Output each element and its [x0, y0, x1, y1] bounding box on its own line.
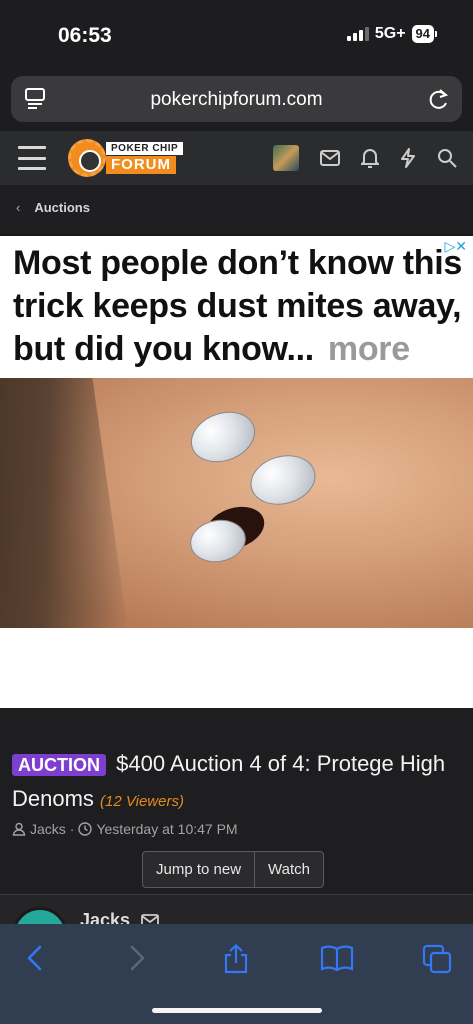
user-avatar[interactable] [273, 145, 299, 171]
ad-headline[interactable]: Most people don’t know this trick keeps … [13, 242, 463, 371]
dust-mite-image [244, 448, 322, 512]
thread-author[interactable]: Jacks [30, 821, 66, 837]
dust-mite-image [183, 403, 263, 471]
site-logo[interactable]: POKER CHIP FORUM [68, 139, 188, 177]
post-author-name[interactable]: Jacks [80, 910, 130, 924]
thread-timestamp[interactable]: Yesterday at 10:47 PM [96, 821, 237, 837]
network-type: 5G+ [374, 25, 406, 42]
breadcrumb-auctions[interactable]: Auctions [34, 200, 90, 215]
reload-icon[interactable] [428, 87, 450, 111]
message-icon[interactable] [141, 914, 159, 924]
ad-choices-icon[interactable]: ▷✕ [445, 238, 468, 255]
post-author-avatar[interactable] [12, 907, 68, 924]
home-indicator[interactable] [152, 1008, 322, 1013]
battery-tip [435, 31, 437, 37]
ad-more-link[interactable]: more [328, 330, 410, 368]
bell-icon[interactable] [361, 148, 379, 168]
inbox-icon[interactable] [320, 150, 340, 166]
tabs-icon[interactable] [422, 944, 452, 974]
jump-to-new-button[interactable]: Jump to new [143, 852, 254, 887]
thread-meta: Jacks · Yesterday at 10:47 PM [12, 821, 238, 837]
search-icon[interactable] [437, 148, 457, 168]
status-indicators: 5G+ 94 [346, 25, 437, 43]
signal-icon [346, 27, 369, 41]
status-time: 06:53 [58, 24, 112, 47]
site-header: POKER CHIP FORUM [0, 131, 473, 185]
lightning-icon[interactable] [400, 148, 416, 168]
browser-address-area: pokerchipforum.com [0, 70, 473, 130]
auction-prefix-badge[interactable]: AUCTION [12, 754, 106, 776]
chevron-left-icon: ‹ [16, 200, 21, 215]
logo-text-bottom: FORUM [106, 156, 176, 174]
user-icon [12, 822, 26, 836]
forward-icon[interactable] [126, 944, 148, 972]
breadcrumb[interactable]: ‹ Auctions [16, 200, 90, 215]
header-actions [273, 145, 457, 171]
back-icon[interactable] [24, 944, 46, 972]
thread-title: AUCTION $400 Auction 4 of 4: Protege Hig… [12, 747, 462, 818]
menu-icon[interactable] [18, 146, 46, 170]
ad-image[interactable] [0, 378, 473, 628]
watch-button[interactable]: Watch [254, 852, 323, 887]
thread-actions: Jump to new Watch [142, 851, 324, 888]
address-bar[interactable]: pokerchipforum.com [11, 76, 462, 122]
ad-image-hair [0, 378, 131, 628]
poker-chip-icon [68, 139, 106, 177]
share-icon[interactable] [222, 944, 250, 974]
advertisement[interactable]: Most people don’t know this trick keeps … [0, 236, 473, 708]
status-bar: 06:53 5G+ 94 [0, 0, 473, 70]
logo-text-top: POKER CHIP [106, 142, 184, 155]
bookmarks-icon[interactable] [320, 944, 354, 972]
battery-icon: 94 [411, 25, 434, 43]
clock-icon [78, 822, 93, 836]
viewer-count: (12 Viewers) [100, 793, 184, 810]
post-author[interactable]: Jacks [80, 910, 159, 924]
thread-header: AUCTION $400 Auction 4 of 4: Protege Hig… [0, 708, 473, 894]
breadcrumb-bar: ‹ Auctions [0, 185, 473, 233]
first-post: Jacks [0, 894, 473, 924]
url-text[interactable]: pokerchipforum.com [11, 89, 462, 111]
meta-separator: · [69, 821, 75, 837]
